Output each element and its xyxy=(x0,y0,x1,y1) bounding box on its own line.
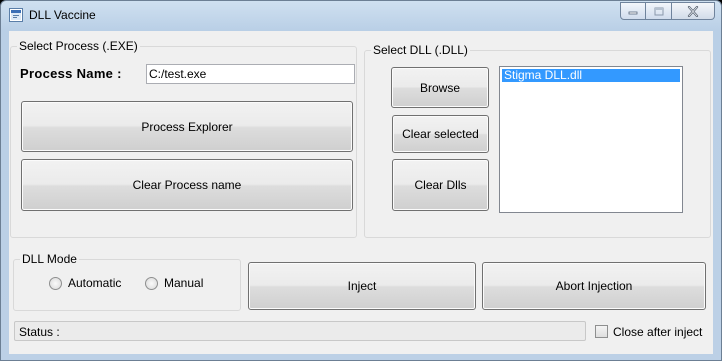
app-icon xyxy=(9,8,23,22)
process-name-input[interactable] xyxy=(146,64,355,84)
process-explorer-button[interactable]: Process Explorer xyxy=(21,101,353,152)
select-dll-title: Select DLL (.DLL) xyxy=(371,43,470,57)
inject-label: Inject xyxy=(347,279,377,293)
clear-process-name-button[interactable]: Clear Process name xyxy=(21,159,353,211)
process-explorer-label: Process Explorer xyxy=(141,119,233,134)
close-button[interactable] xyxy=(672,2,715,20)
browse-button[interactable]: Browse xyxy=(391,67,489,108)
status-label: Status : xyxy=(19,325,60,339)
select-process-title: Select Process (.EXE) xyxy=(17,39,140,53)
inject-button[interactable]: Inject xyxy=(248,262,476,310)
clear-selected-label: Clear selected xyxy=(402,127,479,141)
minimize-icon xyxy=(628,11,638,15)
browse-label: Browse xyxy=(419,80,460,95)
status-bar: Status : xyxy=(14,321,586,341)
caption-buttons xyxy=(620,2,715,22)
dll-mode-title: DLL Mode xyxy=(20,252,79,266)
clear-process-name-label: Clear Process name xyxy=(132,178,242,192)
title-bar[interactable]: DLL Vaccine xyxy=(1,1,721,31)
close-after-inject-label[interactable]: Close after inject xyxy=(613,325,702,339)
process-name-label: Process Name : xyxy=(20,66,122,81)
close-after-inject-checkbox[interactable] xyxy=(595,325,608,338)
list-item[interactable]: Stigma DLL.dll xyxy=(502,69,680,82)
clear-dlls-label: Clear Dlls xyxy=(414,178,467,192)
clear-dlls-button[interactable]: Clear Dlls xyxy=(392,159,489,211)
app-window: DLL Vaccine Select Process (.EXE) Proces… xyxy=(0,0,722,361)
automatic-radio-label[interactable]: Automatic xyxy=(68,276,121,290)
manual-radio-label[interactable]: Manual xyxy=(164,276,203,290)
abort-injection-button[interactable]: Abort Injection xyxy=(482,262,706,310)
dll-listbox[interactable]: Stigma DLL.dll xyxy=(499,66,683,213)
dll-mode-group: DLL Mode xyxy=(13,252,241,311)
window-title: DLL Vaccine xyxy=(29,8,96,22)
maximize-icon xyxy=(654,7,663,15)
maximize-button[interactable] xyxy=(646,2,672,20)
close-icon xyxy=(687,5,699,17)
abort-injection-label: Abort Injection xyxy=(555,279,633,293)
manual-radio[interactable] xyxy=(145,277,158,290)
automatic-radio[interactable] xyxy=(49,277,62,290)
minimize-button[interactable] xyxy=(620,2,646,20)
clear-selected-button[interactable]: Clear selected xyxy=(392,115,489,153)
client-area: Select Process (.EXE) Process Name : Pro… xyxy=(9,31,713,354)
